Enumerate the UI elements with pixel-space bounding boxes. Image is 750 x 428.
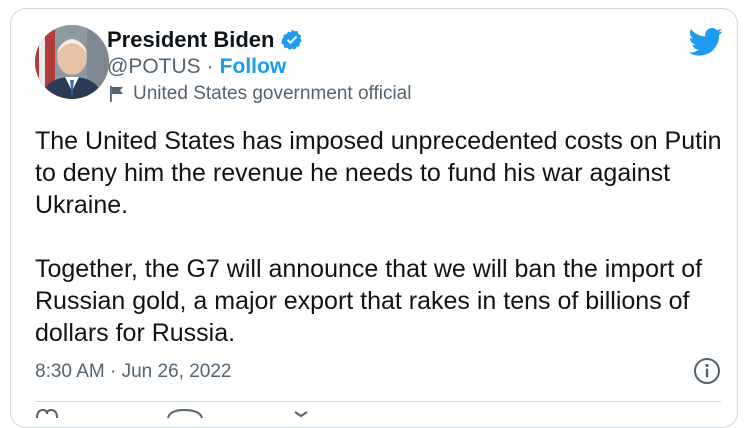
tweet-date[interactable]: Jun 26, 2022: [122, 361, 232, 382]
heart-icon[interactable]: [35, 408, 75, 418]
divider: [35, 401, 721, 402]
tweet-paragraph: Together, the G7 will announce that we w…: [35, 255, 703, 347]
government-label[interactable]: United States government official: [109, 83, 411, 105]
separator-dot: ·: [206, 55, 214, 78]
info-icon[interactable]: [693, 357, 721, 385]
reply-icon[interactable]: [166, 408, 206, 418]
twitter-bird-icon[interactable]: [689, 27, 723, 57]
tweet-time[interactable]: 8:30 AM: [35, 361, 105, 382]
tweet-text: The United States has imposed unpreceden…: [35, 125, 725, 349]
handle-row: @POTUS · Follow: [107, 55, 286, 79]
verified-badge-icon: [281, 29, 303, 50]
tweet-card[interactable]: President Biden @POTUS · Follow United Sta…: [10, 8, 738, 428]
author-handle[interactable]: @POTUS: [107, 55, 201, 78]
meta-separator: ·: [110, 361, 117, 382]
author-name[interactable]: President Biden: [107, 27, 274, 53]
tweet-paragraph: The United States has imposed unpreceden…: [35, 127, 722, 219]
author-name-row: President Biden: [107, 27, 304, 53]
avatar[interactable]: [35, 25, 109, 99]
share-icon[interactable]: [291, 408, 321, 418]
government-flag-icon: [110, 86, 123, 102]
follow-button[interactable]: Follow: [220, 55, 287, 78]
government-label-text: United States government official: [133, 83, 412, 104]
timestamp[interactable]: 8:30 AM · Jun 26, 2022: [35, 361, 231, 383]
